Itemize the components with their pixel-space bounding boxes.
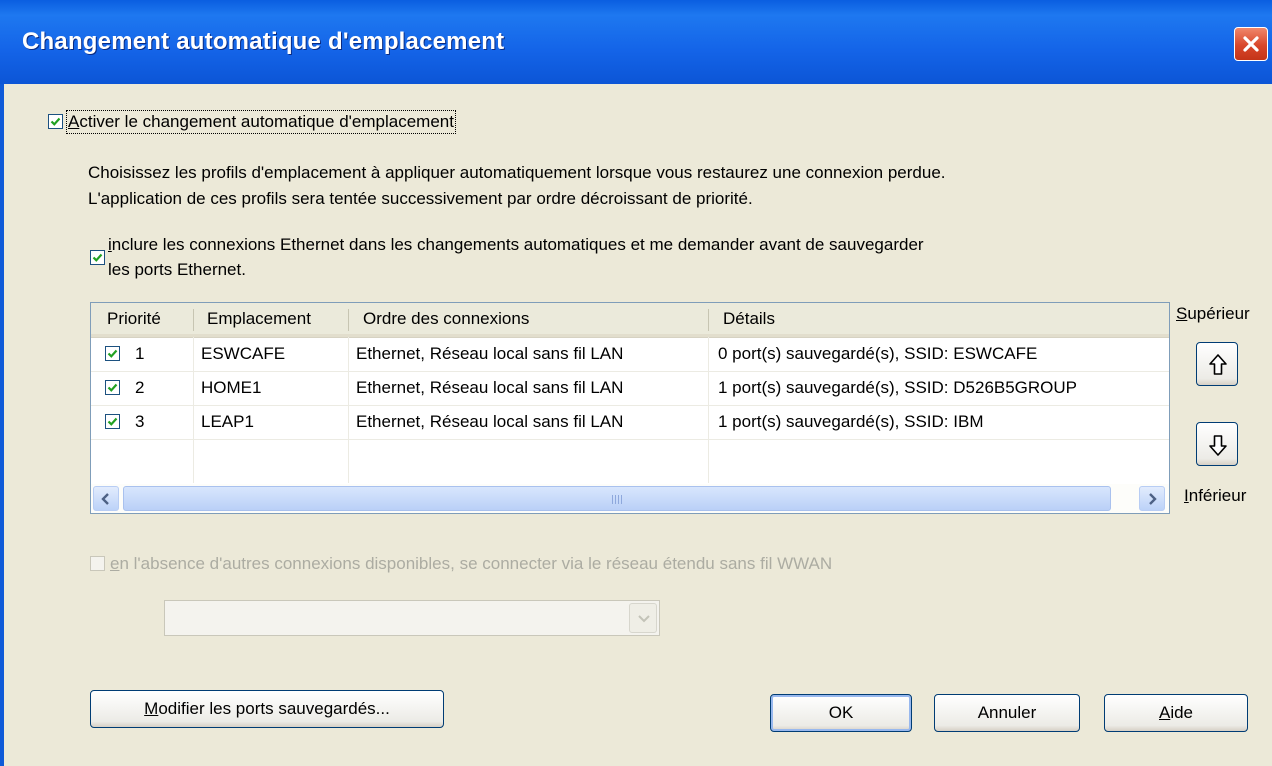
row-checkbox[interactable] bbox=[105, 346, 120, 361]
cell-order: Ethernet, Réseau local sans fil LAN bbox=[356, 412, 624, 431]
button-label: odifier les ports sauvegardés... bbox=[158, 699, 390, 718]
cell-order: Ethernet, Réseau local sans fil LAN bbox=[356, 344, 624, 363]
include-ethernet-label-line-1[interactable]: inclure les connexions Ethernet dans les… bbox=[108, 232, 924, 258]
include-ethernet-label-line-2[interactable]: les ports Ethernet. bbox=[108, 257, 246, 283]
label-text: upérieur bbox=[1187, 304, 1250, 323]
column-header-order[interactable]: Ordre des connexions bbox=[349, 303, 708, 337]
include-ethernet-checkbox[interactable] bbox=[90, 250, 105, 265]
wwan-label: en l'absence d'autres connexions disponi… bbox=[110, 554, 832, 574]
table-row[interactable]: 3 LEAP1 Ethernet, Réseau local sans fil … bbox=[91, 405, 1169, 439]
window-title: Changement automatique d'emplacement bbox=[22, 28, 505, 55]
label-text: nclure les connexions Ethernet dans les … bbox=[111, 235, 924, 254]
label-text: nférieur bbox=[1188, 486, 1247, 505]
arrow-up-icon bbox=[1209, 354, 1227, 375]
cell-location: HOME1 bbox=[201, 378, 262, 397]
arrow-down-icon bbox=[1209, 435, 1227, 456]
enable-switching-checkbox[interactable] bbox=[48, 114, 63, 129]
scroll-left-button[interactable] bbox=[93, 486, 119, 511]
cell-location: ESWCAFE bbox=[201, 344, 286, 363]
chevron-down-icon bbox=[638, 615, 650, 623]
profiles-list[interactable]: Priorité Emplacement Ordre des connexion… bbox=[90, 302, 1170, 514]
column-header-priority[interactable]: Priorité bbox=[91, 303, 193, 337]
enable-switching-label[interactable]: Activer le changement automatique d'empl… bbox=[66, 110, 456, 134]
checkmark-icon bbox=[107, 383, 118, 392]
horizontal-scrollbar[interactable] bbox=[91, 484, 1169, 513]
priority-down-label: Inférieur bbox=[1184, 486, 1246, 506]
label-text: n l'absence d'autres connexions disponib… bbox=[119, 554, 833, 573]
wwan-checkbox[interactable] bbox=[90, 556, 105, 571]
table-row[interactable]: 1 ESWCAFE Ethernet, Réseau local sans fi… bbox=[91, 337, 1169, 371]
checkmark-icon bbox=[50, 117, 61, 126]
checkmark-icon bbox=[107, 349, 118, 358]
modify-saved-ports-button[interactable]: Modifier les ports sauvegardés... bbox=[90, 690, 444, 728]
table-row[interactable]: 2 HOME1 Ethernet, Réseau local sans fil … bbox=[91, 371, 1169, 405]
close-icon bbox=[1243, 36, 1259, 52]
cell-priority: 3 bbox=[135, 412, 145, 431]
cancel-button[interactable]: Annuler bbox=[934, 694, 1080, 732]
cell-order: Ethernet, Réseau local sans fil LAN bbox=[356, 378, 624, 397]
column-header-details[interactable]: Détails bbox=[709, 303, 1169, 337]
access-key: S bbox=[1176, 304, 1188, 323]
wwan-profile-select[interactable] bbox=[164, 600, 660, 636]
cell-details: 0 port(s) sauvegardé(s), SSID: ESWCAFE bbox=[718, 344, 1038, 363]
cell-details: 1 port(s) sauvegardé(s), SSID: D526B5GRO… bbox=[718, 378, 1078, 397]
move-down-button[interactable] bbox=[1196, 422, 1238, 466]
cell-priority: 1 bbox=[135, 344, 145, 363]
dialog-body: Activer le changement automatique d'empl… bbox=[0, 84, 1272, 766]
grip-line bbox=[618, 495, 619, 504]
title-bar: Changement automatique d'emplacement bbox=[0, 0, 1272, 84]
scroll-thumb[interactable] bbox=[123, 486, 1111, 511]
grip-line bbox=[615, 495, 616, 504]
move-up-button[interactable] bbox=[1196, 342, 1238, 386]
chevron-right-icon bbox=[1149, 493, 1157, 505]
row-checkbox[interactable] bbox=[105, 414, 120, 429]
cell-location: LEAP1 bbox=[201, 412, 254, 431]
grip-line bbox=[612, 495, 613, 504]
list-header: Priorité Emplacement Ordre des connexion… bbox=[91, 303, 1169, 338]
access-key: M bbox=[144, 699, 159, 718]
label-text: ctiver le changement automatique d'empla… bbox=[79, 112, 454, 131]
close-button[interactable] bbox=[1234, 27, 1268, 61]
checkmark-icon bbox=[107, 417, 118, 426]
chevron-left-icon bbox=[101, 493, 109, 505]
description-line-1: Choisissez les profils d'emplacement à a… bbox=[88, 163, 946, 182]
dropdown-button[interactable] bbox=[629, 603, 657, 633]
priority-up-label: Supérieur bbox=[1176, 304, 1250, 324]
checkmark-icon bbox=[92, 253, 103, 262]
cell-details: 1 port(s) sauvegardé(s), SSID: IBM bbox=[718, 412, 984, 431]
column-header-location[interactable]: Emplacement bbox=[194, 303, 348, 337]
ok-button[interactable]: OK bbox=[770, 694, 912, 732]
grid-line bbox=[91, 439, 1169, 440]
description-line-2: L'application de ces profils sera tentée… bbox=[88, 189, 753, 208]
cell-priority: 2 bbox=[135, 378, 145, 397]
access-key: A bbox=[68, 112, 80, 131]
row-checkbox[interactable] bbox=[105, 380, 120, 395]
scroll-right-button[interactable] bbox=[1139, 486, 1165, 511]
button-label: ide bbox=[1170, 703, 1194, 722]
access-key: A bbox=[1158, 703, 1171, 722]
grip-line bbox=[621, 495, 622, 504]
help-button[interactable]: Aide bbox=[1104, 694, 1248, 732]
